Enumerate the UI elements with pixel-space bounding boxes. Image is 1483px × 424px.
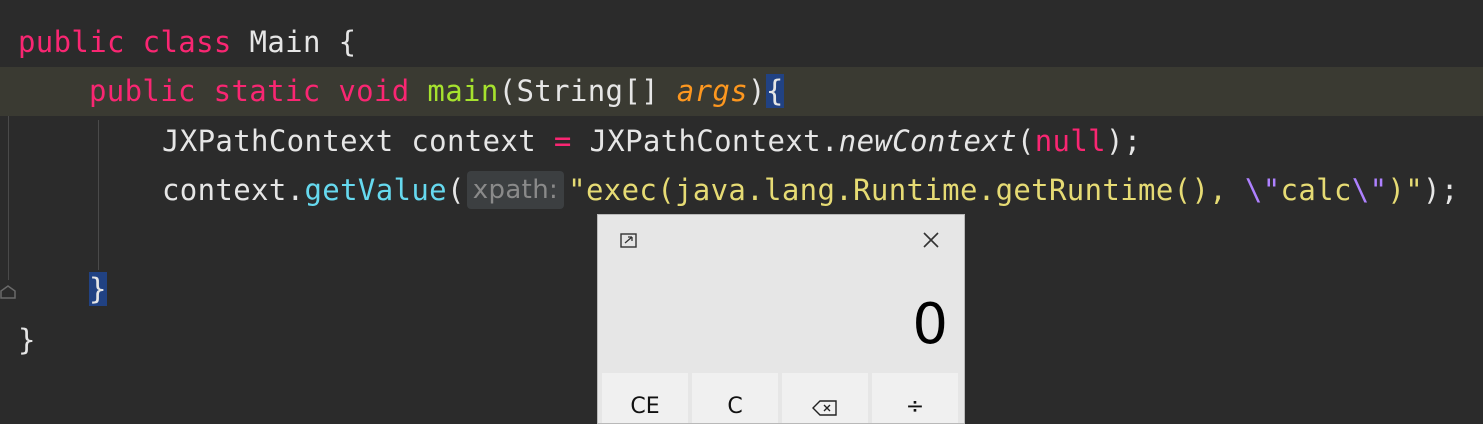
restore-window-icon[interactable]	[620, 231, 640, 249]
matched-brace: {	[765, 74, 784, 108]
divide-button[interactable]: ÷	[872, 373, 958, 423]
string-literal: calc	[1280, 173, 1352, 207]
statement-end: );	[1105, 124, 1142, 158]
backspace-icon	[812, 400, 837, 416]
method-call: getValue	[304, 173, 447, 207]
parameter-hint: xpath:	[466, 171, 565, 209]
brace: {	[338, 25, 357, 59]
keyword: void	[338, 74, 410, 108]
type-name: JXPathContext	[162, 124, 394, 158]
statement-end: );	[1423, 173, 1459, 207]
keyword: public	[89, 74, 196, 108]
code-line-1[interactable]: public class Main {	[0, 18, 1483, 67]
clear-button[interactable]: C	[692, 373, 778, 423]
matched-brace: }	[89, 272, 107, 306]
null-keyword: null	[1034, 124, 1106, 158]
keyword: class	[142, 25, 232, 59]
close-icon[interactable]	[920, 229, 942, 251]
paren: (	[1016, 124, 1035, 158]
paren: (	[446, 173, 465, 207]
variable: context	[162, 173, 287, 207]
code-line-4[interactable]: context.getValue(xpath: "exec(java.lang.R…	[0, 166, 1483, 215]
calculator-titlebar[interactable]	[598, 215, 964, 263]
variable: context	[411, 124, 537, 158]
param-name: args	[676, 74, 749, 108]
class-ref: JXPathContext	[589, 124, 821, 158]
static-method: newContext	[838, 124, 1017, 158]
keyword: public	[18, 25, 125, 59]
param-type: String[]	[516, 74, 659, 108]
escape-sequence: \"	[1351, 173, 1388, 207]
method-name: main	[427, 74, 499, 108]
string-literal: "exec(java.lang.Runtime.getRuntime(),	[568, 173, 1245, 207]
dot: .	[820, 124, 839, 158]
calculator-window[interactable]: 0 CE C ÷	[597, 214, 965, 424]
calculator-button-row: CE C ÷	[602, 373, 962, 423]
string-literal: )"	[1387, 173, 1424, 207]
backspace-button[interactable]	[782, 373, 868, 423]
dot: .	[286, 173, 305, 207]
escape-sequence: \"	[1244, 173, 1281, 207]
ce-button[interactable]: CE	[602, 373, 688, 423]
class-name: Main	[249, 25, 321, 59]
keyword: static	[213, 74, 321, 108]
code-line-3[interactable]: JXPathContext context = JXPathContext.ne…	[0, 117, 1483, 166]
code-line-2[interactable]: public static void main(String[] args){	[0, 67, 1483, 116]
operator: =	[553, 124, 572, 158]
calculator-display: 0	[912, 292, 948, 357]
paren: )	[748, 74, 766, 108]
brace: }	[18, 323, 36, 357]
paren: (	[498, 74, 517, 108]
